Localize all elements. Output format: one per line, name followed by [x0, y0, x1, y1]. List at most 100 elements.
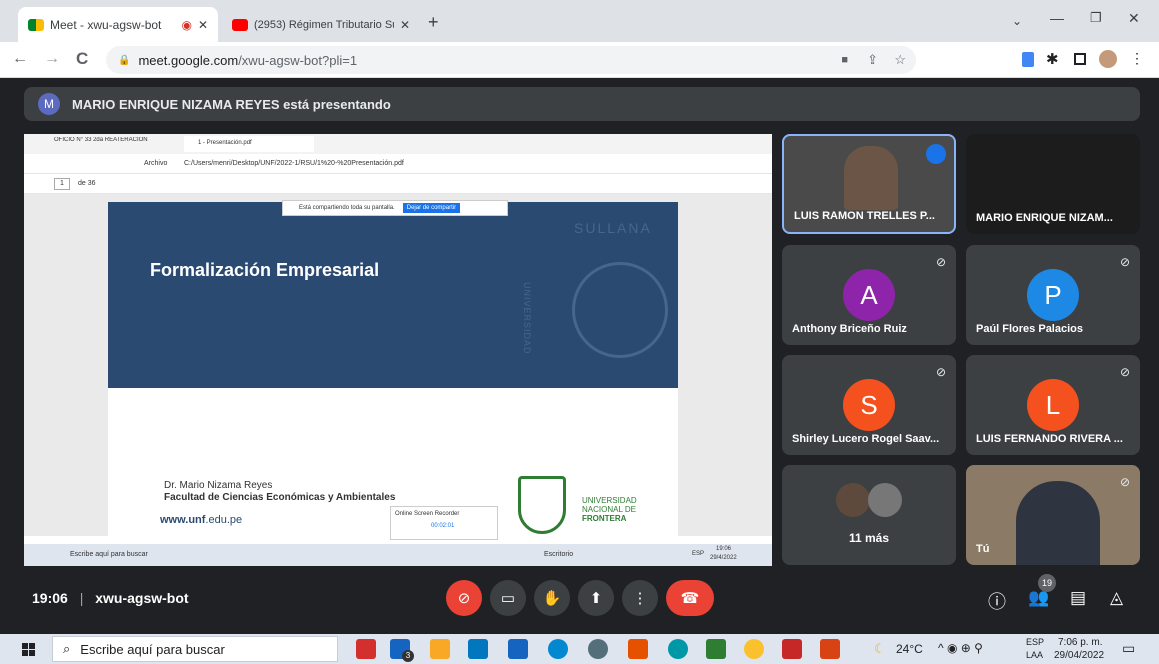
- participant-tile[interactable]: ⊘ P Paúl Flores Palacios: [966, 245, 1140, 345]
- weather-temp[interactable]: 24°C: [896, 642, 923, 656]
- tab-search-icon[interactable]: ⌄: [1012, 14, 1022, 28]
- app-icon[interactable]: [782, 639, 802, 659]
- present-button[interactable]: ⬆: [578, 580, 614, 616]
- recorder-time: 00:02:01: [431, 523, 455, 529]
- app-icon[interactable]: [430, 639, 450, 659]
- separator: |: [79, 590, 84, 606]
- app-icon[interactable]: [628, 639, 648, 659]
- tab-meet[interactable]: Meet - xwu-agsw-bot ◉ ✕: [18, 7, 218, 42]
- participant-name: LUIS RAMON TRELLES P...: [794, 210, 935, 222]
- close-icon[interactable]: ✕: [198, 18, 208, 32]
- watermark-emblem-icon: [572, 262, 668, 358]
- pdf-tab[interactable]: OFICIO N° 33 2da REATERACIÓN: [54, 137, 174, 152]
- pdf-tab-active[interactable]: 1 - Presentación.pdf: [184, 136, 314, 152]
- self-tile[interactable]: ⊘ Tú: [966, 465, 1140, 565]
- app-icon[interactable]: [820, 639, 840, 659]
- pdf-path: C:/Users/menri/Desktop/UNF/2022-1/RSU/1%…: [184, 160, 404, 167]
- extensions-icon[interactable]: ✱: [1046, 50, 1059, 68]
- chat-icon[interactable]: ▤: [1070, 588, 1086, 608]
- inner-time: 19:06: [716, 546, 732, 552]
- app-badge: 3: [402, 650, 414, 662]
- participant-tile[interactable]: ⊘ S Shirley Lucero Rogel Saav...: [782, 355, 956, 455]
- app-icon[interactable]: [744, 639, 764, 659]
- back-icon[interactable]: ←: [12, 50, 28, 68]
- search-placeholder: Escribe aquí para buscar: [80, 641, 225, 657]
- recorder-widget: Online Screen Recorder 00:02:01: [390, 506, 498, 540]
- profile-avatar[interactable]: [1099, 50, 1117, 68]
- activities-icon[interactable]: ◬: [1110, 588, 1123, 608]
- keyboard-layout[interactable]: LAA: [1026, 650, 1043, 660]
- sidebar-icon[interactable]: [1074, 53, 1086, 65]
- reload-icon[interactable]: C: [76, 49, 88, 69]
- participant-tile[interactable]: ⊘ A Anthony Briceño Ruiz: [782, 245, 956, 345]
- app-icon[interactable]: [668, 639, 688, 659]
- shared-screen: OFICIO N° 33 2da REATERACIÓN 1 - Present…: [24, 134, 772, 566]
- university-name: UNIVERSIDAD NACIONAL DE FRONTERA: [582, 496, 637, 523]
- muted-mic-icon: ⊘: [1119, 255, 1130, 269]
- new-tab-icon[interactable]: +: [428, 12, 439, 33]
- stop-sharing-button[interactable]: Dejar de compartir: [402, 203, 461, 213]
- close-window-icon[interactable]: ✕: [1128, 10, 1140, 27]
- restore-icon[interactable]: ❐: [1090, 10, 1102, 26]
- browser-tab-strip: Meet - xwu-agsw-bot ◉ ✕ (2953) Régimen T…: [0, 0, 1159, 42]
- website-rest: .edu.pe: [205, 514, 243, 526]
- clock-date[interactable]: 29/04/2022: [1054, 650, 1104, 661]
- clock-time[interactable]: 7:06 p. m.: [1058, 637, 1102, 648]
- speaking-indicator-icon: [926, 144, 946, 164]
- app-icon[interactable]: [588, 639, 608, 659]
- input-lang[interactable]: ESP: [1026, 637, 1044, 647]
- avatar: [836, 483, 870, 517]
- muted-mic-icon: ⊘: [1119, 365, 1130, 379]
- uni-line: UNIVERSIDAD: [582, 496, 637, 505]
- docs-extension-icon[interactable]: [1022, 52, 1034, 67]
- app-icon[interactable]: [706, 639, 726, 659]
- windows-taskbar: ⌕ Escribe aquí para buscar 3 ☾ 24°C ^ ◉ …: [0, 634, 1159, 664]
- mic-toggle-button[interactable]: ⊘: [446, 580, 482, 616]
- inner-search[interactable]: Escribe aquí para buscar: [70, 551, 148, 558]
- tray-icons[interactable]: ^ ◉ ⊕ ⚲: [938, 641, 983, 655]
- participant-name: Tú: [976, 543, 990, 555]
- camera-toggle-button[interactable]: ▭: [490, 580, 526, 616]
- inner-desktop: Escritorio: [544, 551, 574, 558]
- app-icon[interactable]: [548, 639, 568, 659]
- share-notice-bar: Está compartiendo toda su pantalla. Deja…: [282, 200, 508, 216]
- notifications-icon[interactable]: ▭: [1122, 640, 1135, 657]
- avatar: M: [38, 93, 60, 115]
- inner-date: 29/4/2022: [710, 555, 737, 561]
- camera-icon[interactable]: ■: [841, 54, 848, 66]
- author: Dr. Mario Nizama Reyes: [164, 480, 273, 491]
- info-icon[interactable]: ⓘ: [988, 588, 1006, 614]
- leave-call-button[interactable]: ☎: [666, 580, 714, 616]
- tab-title: Meet - xwu-agsw-bot: [50, 17, 162, 32]
- page-input[interactable]: 1: [54, 178, 70, 190]
- recording-icon: ◉: [181, 17, 192, 32]
- tab-youtube[interactable]: (2953) Régimen Tributario Sunat ✕: [222, 7, 420, 42]
- avatar: [868, 483, 902, 517]
- address-bar[interactable]: 🔒 meet.google.com/xwu-agsw-bot?pli=1 ■ ⇪…: [106, 46, 916, 74]
- app-icon[interactable]: [356, 639, 376, 659]
- camera-icon: ▭: [500, 590, 516, 607]
- menu-icon[interactable]: ⋮: [1130, 50, 1144, 67]
- share-icon[interactable]: ⇪: [867, 52, 878, 68]
- more-options-button[interactable]: ⋮: [622, 580, 658, 616]
- raise-hand-button[interactable]: ✋: [534, 580, 570, 616]
- close-icon[interactable]: ✕: [400, 18, 410, 32]
- participant-tile[interactable]: MARIO ENRIQUE NIZAM...: [966, 134, 1140, 234]
- participant-name: Anthony Briceño Ruiz: [792, 323, 907, 335]
- participant-tile[interactable]: ⊘ L LUIS FERNANDO RIVERA ...: [966, 355, 1140, 455]
- archivo-label: Archivo: [144, 160, 168, 167]
- tab-title: (2953) Régimen Tributario Sunat: [254, 18, 394, 31]
- app-icon[interactable]: [508, 639, 528, 659]
- people-count-badge: 19: [1038, 574, 1056, 592]
- participant-tile[interactable]: LUIS RAMON TRELLES P...: [782, 134, 956, 234]
- taskbar-search[interactable]: ⌕ Escribe aquí para buscar: [52, 636, 338, 662]
- bookmark-star-icon[interactable]: ☆: [894, 52, 906, 68]
- pdf-toolbar: 1 de 36: [24, 174, 772, 194]
- minimize-icon[interactable]: —: [1050, 10, 1064, 26]
- meeting-code: xwu-agsw-bot: [95, 590, 189, 606]
- hang-up-icon: ☎: [680, 590, 700, 607]
- more-participants-tile[interactable]: 11 más: [782, 465, 956, 565]
- forward-icon[interactable]: →: [44, 50, 60, 68]
- app-icon[interactable]: [468, 639, 488, 659]
- windows-start-icon[interactable]: [22, 643, 35, 656]
